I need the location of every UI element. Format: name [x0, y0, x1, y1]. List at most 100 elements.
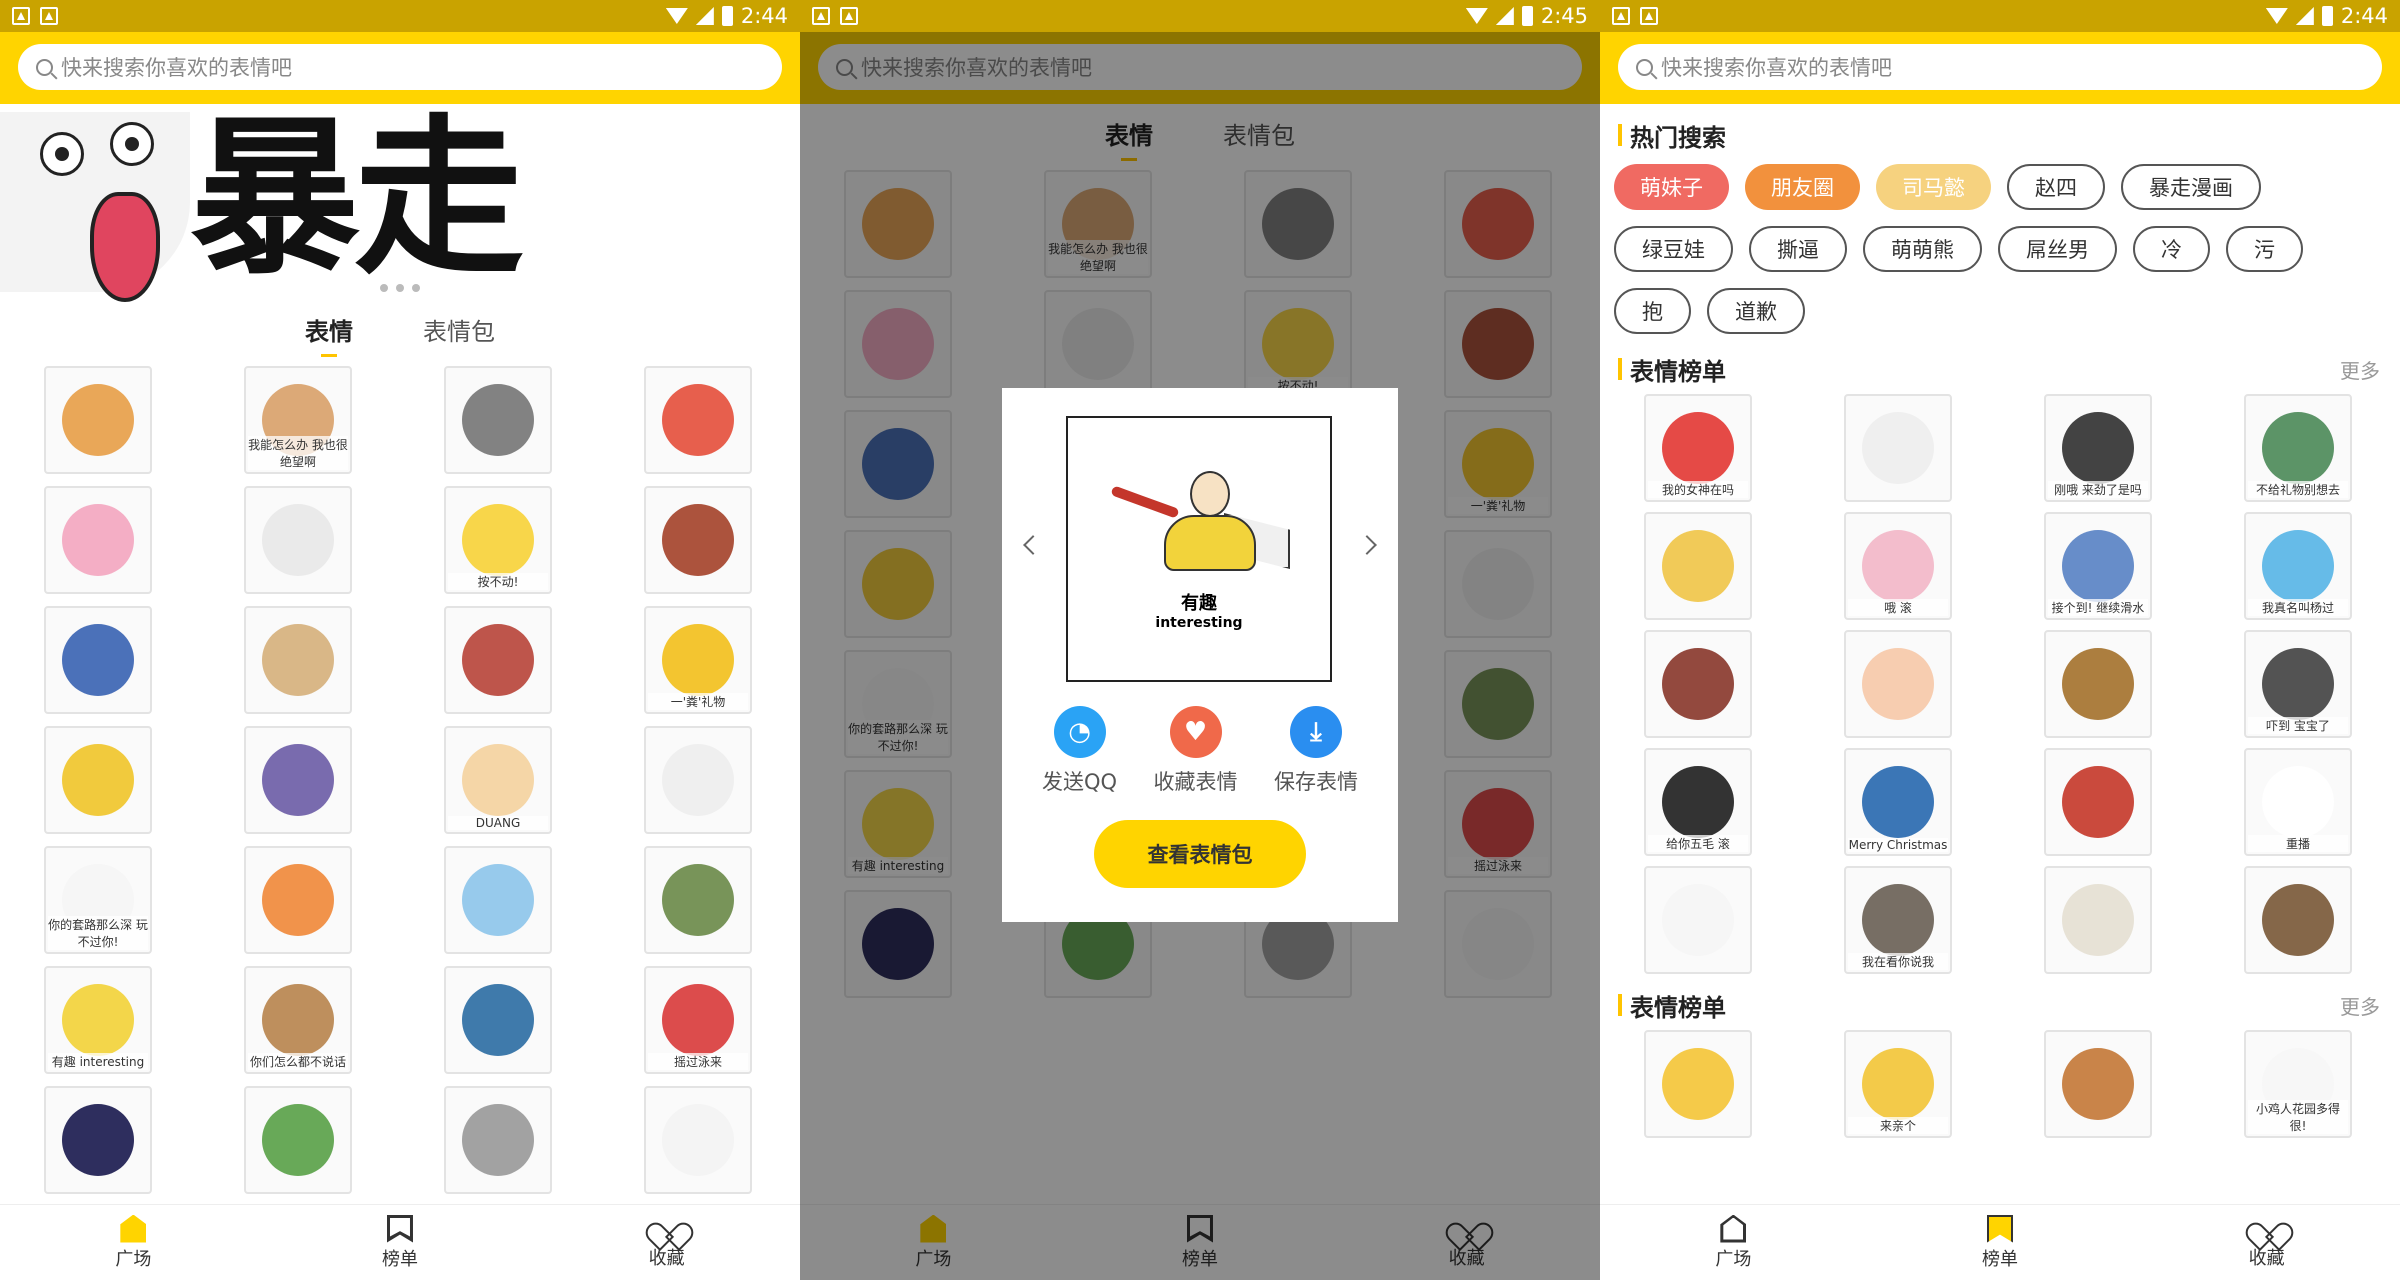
hot-search-tag[interactable]: 暴走漫画: [2121, 164, 2261, 210]
sticker-thumbnail[interactable]: [644, 366, 752, 474]
hot-search-tag[interactable]: 污: [2226, 226, 2303, 272]
sticker-thumbnail[interactable]: 一'粪'礼物: [644, 606, 752, 714]
sticker-thumbnail[interactable]: 给你五毛 滚: [1644, 748, 1752, 856]
more-link[interactable]: 更多: [2340, 991, 2380, 1020]
battery-icon: [1521, 6, 1533, 26]
sticker-thumbnail[interactable]: 我真名叫杨过: [2244, 512, 2352, 620]
nav-square[interactable]: 广场: [73, 1214, 193, 1271]
sticker-thumbnail[interactable]: 你的套路那么深 玩不过你!: [44, 846, 152, 954]
sticker-thumbnail[interactable]: [44, 1086, 152, 1194]
sticker-thumbnail[interactable]: [444, 966, 552, 1074]
hot-search-tag[interactable]: 撕逼: [1749, 226, 1847, 272]
hot-search-tag[interactable]: 司马懿: [1876, 164, 1991, 210]
tab-stickers[interactable]: 表情: [305, 312, 353, 353]
sticker-thumbnail[interactable]: [2044, 1030, 2152, 1138]
sticker-thumbnail[interactable]: [444, 366, 552, 474]
sticker-thumbnail[interactable]: 重播: [2244, 748, 2352, 856]
more-link[interactable]: 更多: [2340, 355, 2380, 384]
sticker-caption: 一'粪'礼物: [648, 693, 748, 710]
sticker-thumbnail[interactable]: [44, 366, 152, 474]
nav-favorites[interactable]: 收藏: [607, 1216, 727, 1270]
nav-square[interactable]: 广场: [1673, 1214, 1793, 1271]
sticker-thumbnail[interactable]: [444, 1086, 552, 1194]
sticker-thumbnail[interactable]: [1644, 512, 1752, 620]
sticker-thumbnail[interactable]: 按不动!: [444, 486, 552, 594]
sticker-thumbnail[interactable]: [244, 846, 352, 954]
chevron-left-icon[interactable]: [1023, 535, 1043, 555]
sticker-thumbnail[interactable]: [44, 726, 152, 834]
sticker-thumbnail[interactable]: 哦 滚: [1844, 512, 1952, 620]
sticker-thumbnail[interactable]: [644, 486, 752, 594]
view-pack-button[interactable]: 查看表情包: [1094, 820, 1306, 888]
tab-sticker-packs[interactable]: 表情包: [423, 312, 495, 353]
banner-carousel[interactable]: 暴走: [0, 104, 800, 304]
sticker-thumbnail[interactable]: [244, 1086, 352, 1194]
nav-favorites[interactable]: 收藏: [2207, 1216, 2327, 1270]
sticker-thumbnail[interactable]: [644, 1086, 752, 1194]
sticker-thumbnail[interactable]: DUANG: [444, 726, 552, 834]
nav-ranking[interactable]: 榜单: [1940, 1214, 2060, 1271]
sticker-image: [2062, 766, 2134, 838]
hot-search-tag[interactable]: 朋友圈: [1745, 164, 1860, 210]
hot-search-tag[interactable]: 赵四: [2007, 164, 2105, 210]
sticker-thumbnail[interactable]: [244, 486, 352, 594]
sticker-thumbnail[interactable]: 我在看你说我: [1844, 866, 1952, 974]
sticker-image: [262, 624, 334, 696]
sticker-image: [662, 864, 734, 936]
sticker-thumbnail[interactable]: [1644, 630, 1752, 738]
sticker-image: [2062, 412, 2134, 484]
hot-search-tag[interactable]: 萌妹子: [1614, 164, 1729, 210]
sticker-thumbnail[interactable]: 吓到 宝宝了: [2244, 630, 2352, 738]
sticker-thumbnail[interactable]: Merry Christmas: [1844, 748, 1952, 856]
nav-ranking[interactable]: 榜单: [340, 1214, 460, 1271]
sticker-thumbnail[interactable]: 小鸡人花园多得很!: [2244, 1030, 2352, 1138]
sticker-thumbnail[interactable]: [2044, 630, 2152, 738]
search-input[interactable]: 快来搜索你喜欢的表情吧: [18, 44, 782, 90]
sticker-thumbnail[interactable]: [2044, 748, 2152, 856]
hot-search-tag[interactable]: 屌丝男: [1998, 226, 2117, 272]
sticker-thumbnail[interactable]: [644, 726, 752, 834]
sticker-thumbnail[interactable]: 你们怎么都不说话: [244, 966, 352, 1074]
save-sticker-button[interactable]: ⤓ 保存表情: [1274, 706, 1358, 796]
sticker-thumbnail[interactable]: 刚哦 来劲了是吗: [2044, 394, 2152, 502]
sticker-thumbnail[interactable]: [444, 606, 552, 714]
sticker-thumbnail[interactable]: 来亲个: [1844, 1030, 1952, 1138]
status-time: 2:44: [2340, 4, 2388, 28]
hot-search-tag[interactable]: 萌萌熊: [1863, 226, 1982, 272]
sticker-thumbnail[interactable]: [2044, 866, 2152, 974]
sticker-thumbnail[interactable]: [1844, 394, 1952, 502]
nav-label: 广场: [115, 1248, 152, 1270]
sticker-caption: 我真名叫杨过: [2248, 599, 2348, 616]
sticker-thumbnail[interactable]: 不给礼物别想去: [2244, 394, 2352, 502]
sticker-thumbnail[interactable]: [44, 486, 152, 594]
sticker-thumbnail[interactable]: 摇过泳来: [644, 966, 752, 1074]
sticker-thumbnail[interactable]: [1644, 866, 1752, 974]
hot-search-tag[interactable]: 抱: [1614, 288, 1691, 334]
sticker-thumbnail[interactable]: 我能怎么办 我也很绝望啊: [244, 366, 352, 474]
send-qq-button[interactable]: ◔ 发送QQ: [1042, 706, 1117, 796]
search-input[interactable]: 快来搜索你喜欢的表情吧: [1618, 44, 2382, 90]
sticker-thumbnail[interactable]: [2244, 866, 2352, 974]
battery-icon: [721, 6, 733, 26]
sticker-thumbnail[interactable]: [644, 846, 752, 954]
sticker-thumbnail[interactable]: [44, 606, 152, 714]
sticker-thumbnail[interactable]: [244, 606, 352, 714]
bottom-nav: 广场 榜单 收藏: [1600, 1204, 2400, 1280]
status-bar: 2:44: [1600, 0, 2400, 32]
sticker-thumbnail[interactable]: [244, 726, 352, 834]
sticker-thumbnail[interactable]: 我的女神在吗: [1644, 394, 1752, 502]
screen-square: 2:44 快来搜索你喜欢的表情吧 暴走 表情 表情包 我能怎么办 我也很绝望啊按…: [0, 0, 800, 1280]
sticker-thumbnail[interactable]: 有趣 interesting: [44, 966, 152, 1074]
sticker-thumbnail[interactable]: [1644, 1030, 1752, 1138]
sticker-thumbnail[interactable]: [1844, 630, 1952, 738]
favorite-sticker-button[interactable]: ♥ 收藏表情: [1154, 706, 1238, 796]
sticker-image: [62, 624, 134, 696]
heart-icon: [2253, 1216, 2281, 1242]
hot-search-tag[interactable]: 道歉: [1707, 288, 1805, 334]
content-tabs: 表情 表情包: [0, 304, 800, 360]
hot-search-tag[interactable]: 冷: [2133, 226, 2210, 272]
hot-search-tag[interactable]: 绿豆娃: [1614, 226, 1733, 272]
chevron-right-icon[interactable]: [1357, 535, 1377, 555]
sticker-thumbnail[interactable]: [444, 846, 552, 954]
sticker-thumbnail[interactable]: 接个到! 继续滑水: [2044, 512, 2152, 620]
